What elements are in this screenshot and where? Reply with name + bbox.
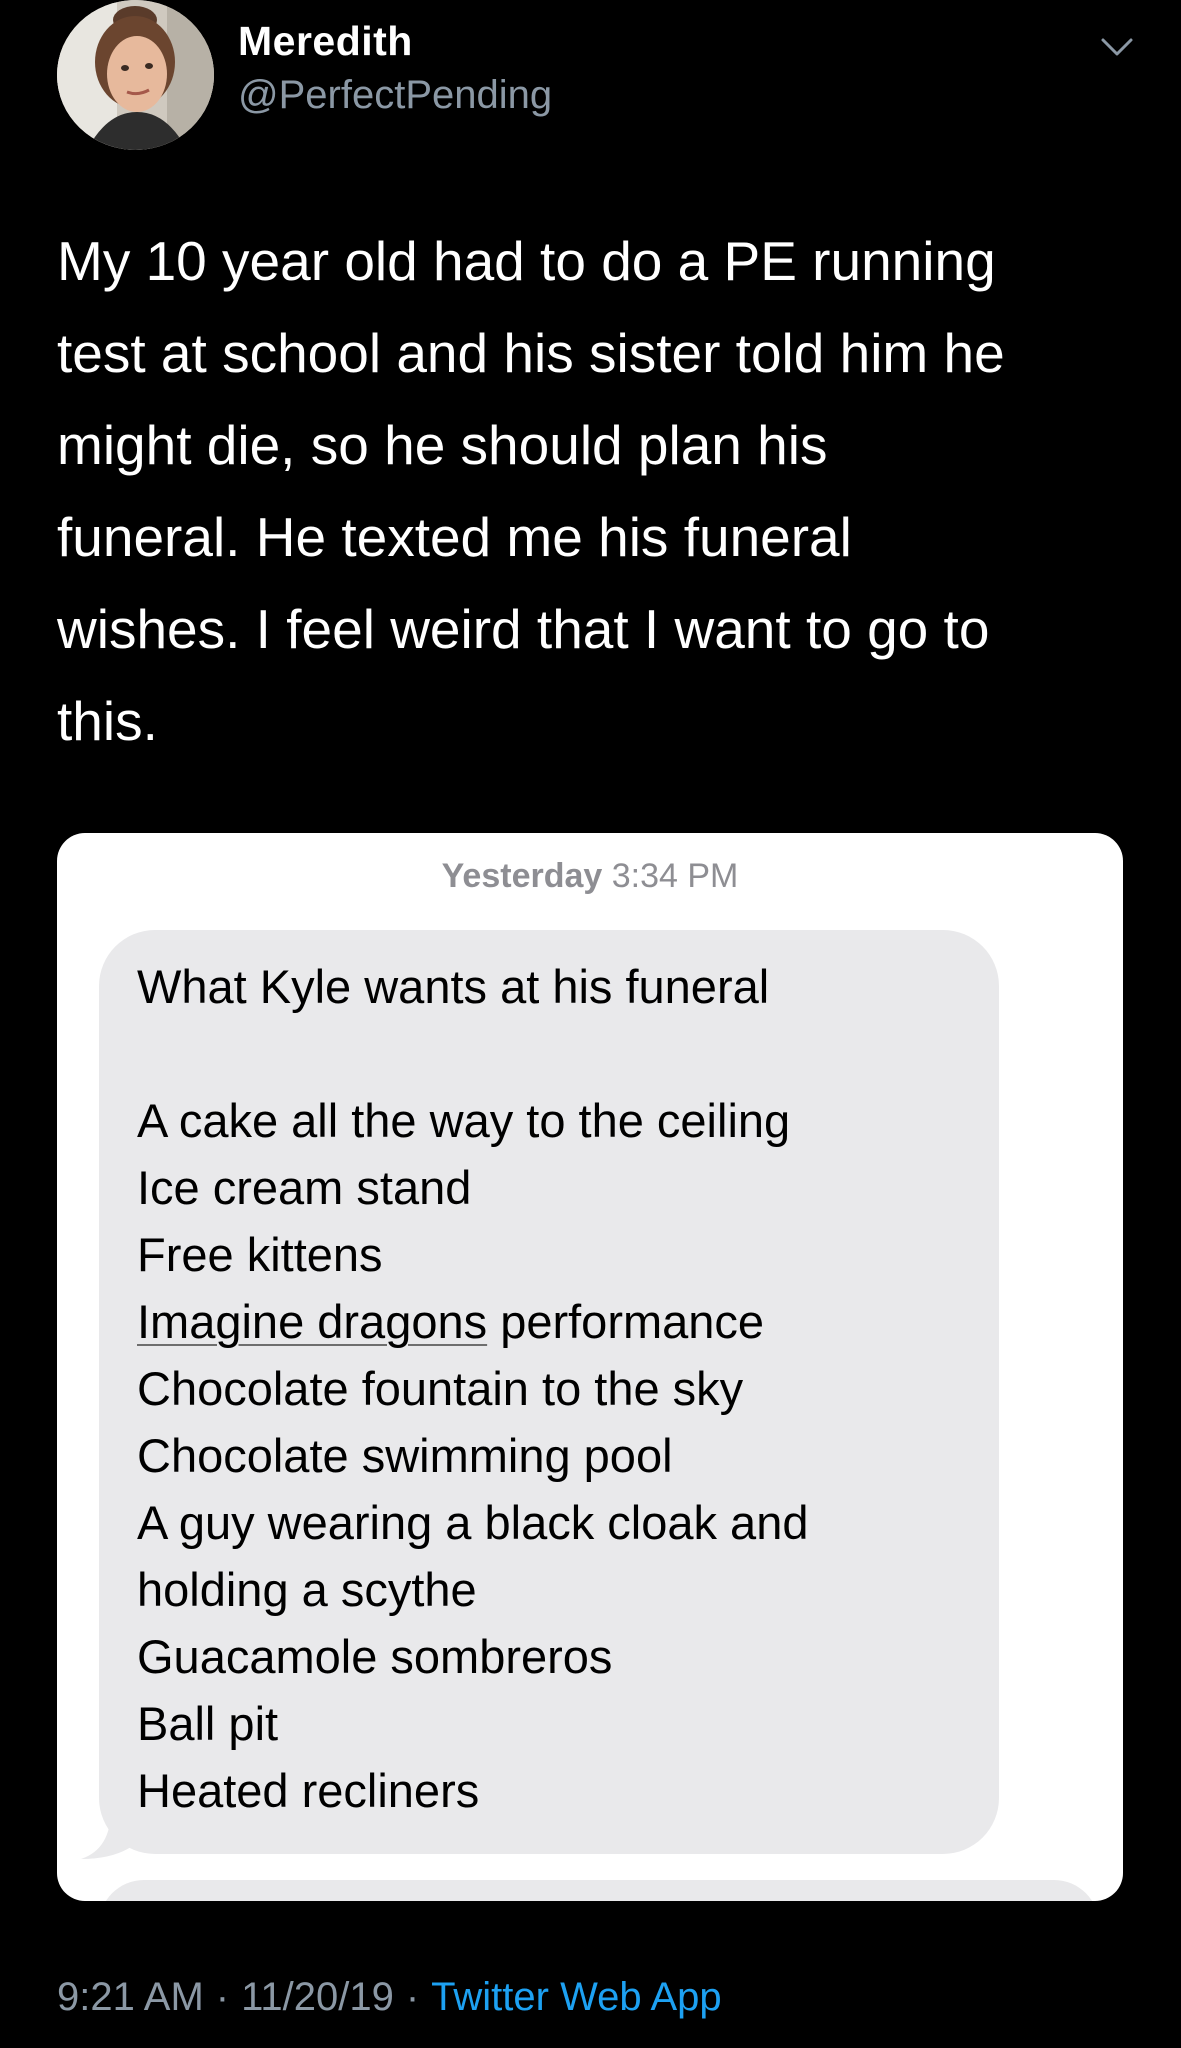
separator: · xyxy=(405,1975,420,2019)
avatar-image xyxy=(57,0,214,150)
next-message-bubble xyxy=(99,1880,1099,1901)
message-text: What Kyle wants at his funeral A cake al… xyxy=(137,953,977,1824)
detected-link[interactable]: Imagine dragons xyxy=(137,1295,487,1348)
list-item: Chocolate fountain to the sky xyxy=(137,1362,744,1415)
list-item: holding a scythe xyxy=(137,1563,477,1616)
list-item: Ice cream stand xyxy=(137,1161,472,1214)
list-item: A guy wearing a black cloak and xyxy=(137,1496,809,1549)
author-handle[interactable]: @PerfectPending xyxy=(238,73,552,118)
tweet-header: Meredith @PerfectPending xyxy=(57,0,1137,160)
tweet-time[interactable]: 9:21 AM xyxy=(57,1975,204,2019)
list-item: A cake all the way to the ceiling xyxy=(137,1094,791,1147)
tweet-image[interactable]: Yesterday 3:34 PM What Kyle wants at his… xyxy=(57,833,1123,1901)
tweet-metadata: 9:21 AM · 11/20/19 · Twitter Web App xyxy=(57,1975,722,2020)
list-item-suffix: performance xyxy=(500,1295,765,1348)
list-item: Heated recliners xyxy=(137,1764,480,1817)
message-title: What Kyle wants at his funeral xyxy=(137,960,770,1013)
list-item: Guacamole sombreros xyxy=(137,1630,613,1683)
list-item: Imagine dragons performance xyxy=(137,1288,977,1355)
list-item: Ball pit xyxy=(137,1697,279,1750)
list-item: Free kittens xyxy=(137,1228,383,1281)
tweet-date[interactable]: 11/20/19 xyxy=(241,1975,394,2019)
message-timestamp-time: 3:34 PM xyxy=(611,857,739,895)
chevron-down-icon[interactable] xyxy=(1097,32,1137,62)
separator: · xyxy=(215,1975,230,2019)
source-app-link[interactable]: Twitter Web App xyxy=(431,1975,722,2019)
message-timestamp: Yesterday 3:34 PM xyxy=(57,857,1123,896)
tweet-text: My 10 year old had to do a PE running te… xyxy=(57,230,1005,752)
list-item: Chocolate swimming pool xyxy=(137,1429,673,1482)
author-name[interactable]: Meredith xyxy=(238,18,413,65)
message-timestamp-day: Yesterday xyxy=(441,857,603,895)
avatar[interactable] xyxy=(57,0,214,150)
